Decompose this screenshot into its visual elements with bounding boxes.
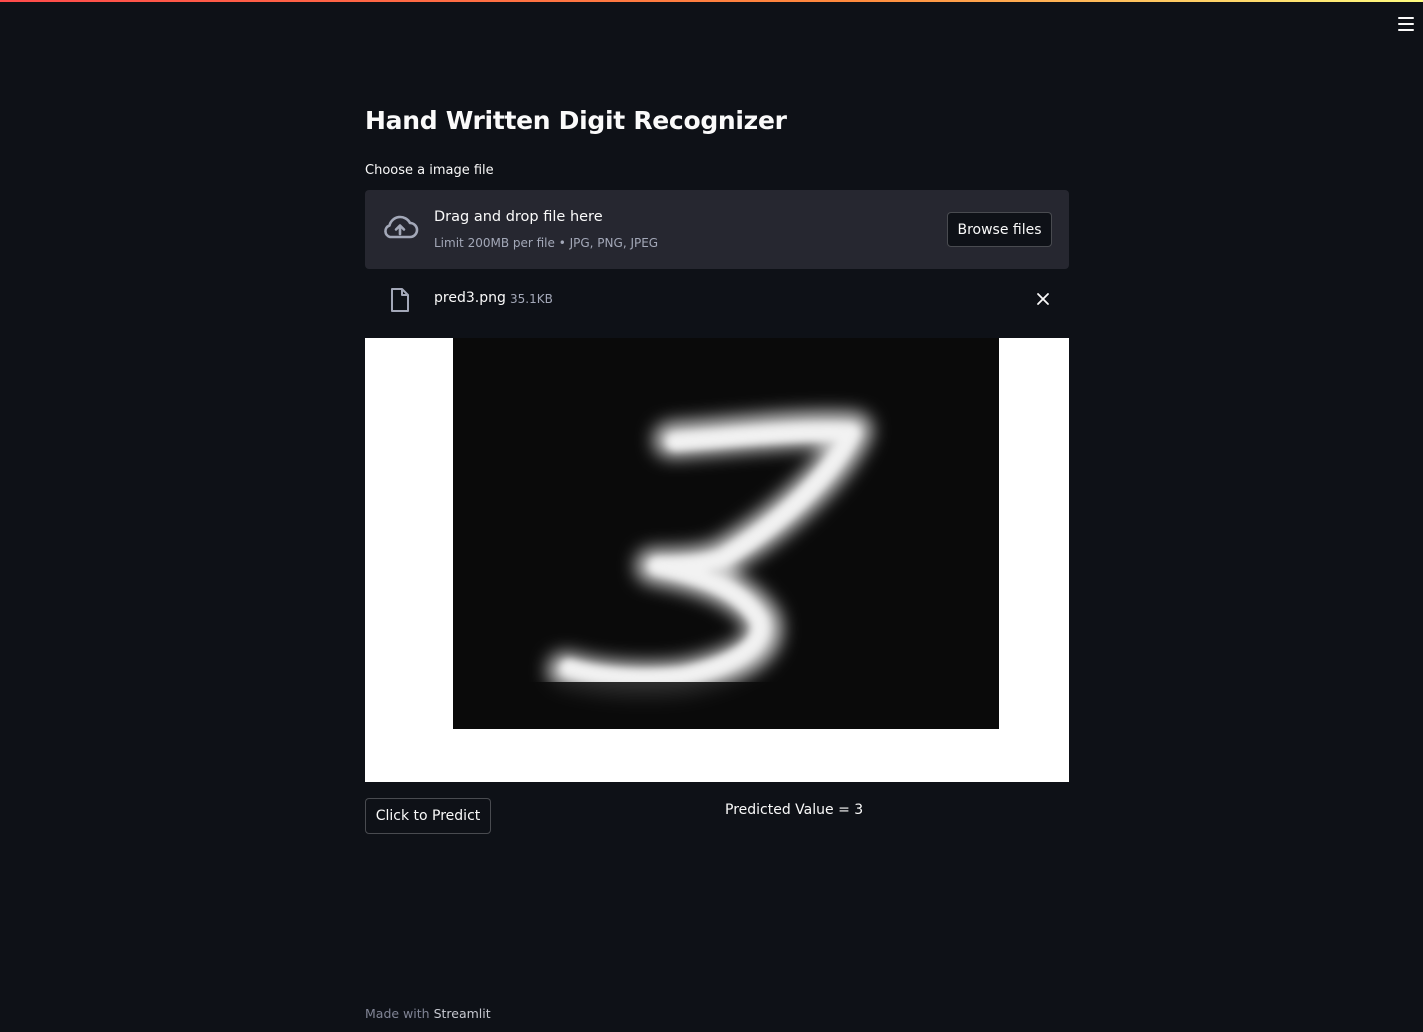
footer-prefix: Made with	[365, 1006, 430, 1021]
uploaded-file-size: 35.1KB	[510, 292, 553, 306]
cloud-upload-icon	[384, 215, 419, 239]
file-uploader-label: Choose a image file	[365, 163, 494, 178]
page-title: Hand Written Digit Recognizer	[365, 106, 787, 135]
file-icon	[391, 288, 409, 312]
top-decoration-bar	[0, 0, 1423, 2]
predicted-value-text: Predicted Value = 3	[725, 802, 864, 818]
dropzone-limit-text: Limit 200MB per file • JPG, PNG, JPEG	[434, 236, 659, 250]
handwritten-digit-three	[453, 338, 999, 729]
file-dropzone[interactable]: Drag and drop file here Limit 200MB per …	[365, 190, 1069, 269]
close-icon[interactable]	[1033, 289, 1053, 309]
streamlit-link[interactable]: Streamlit	[434, 1006, 491, 1021]
uploaded-file-row: pred3.png 35.1KB	[365, 279, 1069, 319]
digit-image	[453, 338, 999, 729]
dropzone-instructions: Drag and drop file here	[434, 209, 603, 225]
hamburger-menu-icon[interactable]	[1398, 16, 1414, 32]
footer: Made with Streamlit	[365, 1006, 491, 1021]
uploaded-file-name: pred3.png	[434, 290, 506, 306]
uploaded-image-frame	[365, 338, 1069, 782]
predict-button[interactable]: Click to Predict	[365, 798, 491, 834]
browse-files-button[interactable]: Browse files	[947, 212, 1052, 247]
